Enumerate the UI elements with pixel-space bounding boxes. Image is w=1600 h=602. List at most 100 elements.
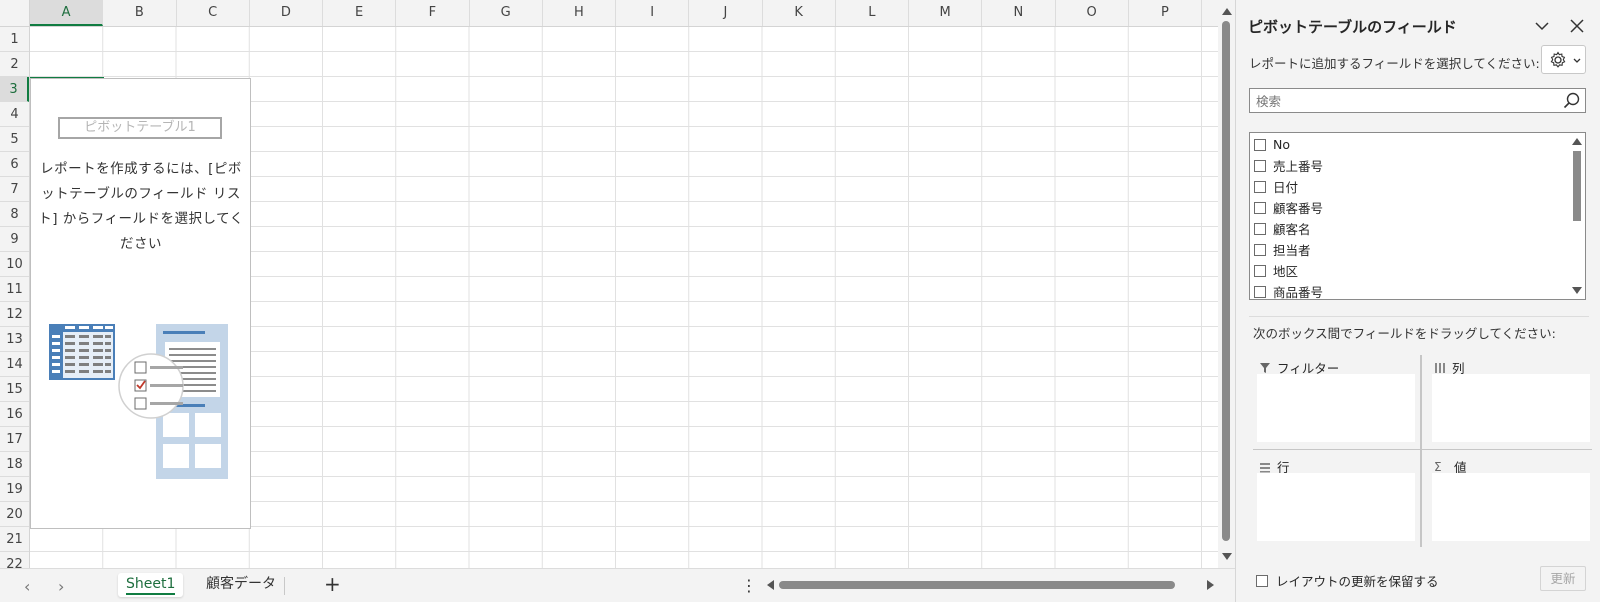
column-header-j[interactable]: J [689,0,763,26]
row-header-8[interactable]: 8 [0,202,29,227]
checkbox[interactable] [1254,285,1266,298]
vertical-scroll-thumb[interactable] [1222,21,1230,541]
row-header-20[interactable]: 20 [0,502,29,527]
row-header-3[interactable]: 3 [0,77,29,102]
scroll-up-icon[interactable] [1222,8,1232,15]
row-header-1[interactable]: 1 [0,27,29,52]
area-divider-vertical [1420,355,1422,547]
row-header-14[interactable]: 14 [0,352,29,377]
column-header-n[interactable]: N [982,0,1056,26]
row-header-21[interactable]: 21 [0,527,29,552]
row-header-15[interactable]: 15 [0,377,29,402]
filter-icon [1260,362,1270,373]
row-header-12[interactable]: 12 [0,302,29,327]
add-sheet-button[interactable]: + [324,572,341,596]
area-values[interactable]: Σ 値 [1428,454,1590,545]
field-list[interactable]: No 売上番号 日付 顧客番号 顧客名 担当者 地区 商品番号 [1249,132,1586,300]
column-header-h[interactable]: H [543,0,616,26]
row-header-18[interactable]: 18 [0,452,29,477]
column-header-p[interactable]: P [1129,0,1202,26]
row-header-13[interactable]: 13 [0,327,29,352]
checkbox[interactable] [1254,180,1266,193]
scroll-left-icon[interactable] [767,580,774,590]
column-header-e[interactable]: E [323,0,397,26]
sheet-tab-sheet1[interactable]: Sheet1 [118,573,184,597]
field-search-box[interactable] [1249,88,1586,113]
field-list-scroll-thumb[interactable] [1573,151,1581,221]
vertical-scrollbar[interactable] [1218,0,1235,568]
field-item-person-in-charge[interactable]: 担当者 [1254,239,1311,260]
scroll-right-icon[interactable] [1207,580,1214,590]
checkbox[interactable] [1254,138,1266,151]
row-header-19[interactable]: 19 [0,477,29,502]
checkbox[interactable] [1254,201,1266,214]
checkbox[interactable] [1254,243,1266,256]
column-header-d[interactable]: D [250,0,323,26]
column-header: ABCDEFGHIJKLMNOP [30,0,1218,27]
row-header-7[interactable]: 7 [0,177,29,202]
search-icon[interactable] [1563,92,1581,110]
field-item-product-number[interactable]: 商品番号 [1254,281,1323,299]
chevron-right-icon[interactable]: › [58,577,64,596]
column-header-l[interactable]: L [836,0,909,26]
field-select-prompt: レポートに追加するフィールドを選択してください: [1249,56,1540,71]
column-header-o[interactable]: O [1056,0,1129,26]
row-header-16[interactable]: 16 [0,402,29,427]
area-filter-drop[interactable] [1257,374,1415,442]
select-all-corner[interactable] [0,0,30,27]
search-input[interactable] [1254,91,1558,112]
scroll-down-icon[interactable] [1222,553,1232,560]
pivot-table-placeholder[interactable]: ピボットテーブル1 レポートを作成するには、[ピボットテーブルのフィールド リス… [30,78,251,529]
row-header-10[interactable]: 10 [0,252,29,277]
area-columns[interactable]: 列 [1428,355,1590,446]
area-rows-drop[interactable] [1257,473,1415,541]
row-header-2[interactable]: 2 [0,52,29,77]
scroll-down-icon[interactable] [1572,287,1582,294]
sigma-icon: Σ [1434,459,1442,474]
area-columns-drop[interactable] [1432,374,1590,442]
defer-update-checkbox[interactable] [1256,574,1268,587]
tab-separator [284,577,285,595]
row-header-9[interactable]: 9 [0,227,29,252]
column-header-g[interactable]: G [470,0,543,26]
field-list-scrollbar[interactable] [1569,133,1585,299]
row-header-17[interactable]: 17 [0,427,29,452]
checkbox[interactable] [1254,264,1266,277]
row-header-5[interactable]: 5 [0,127,29,152]
close-icon[interactable] [1570,19,1584,33]
chevron-left-icon[interactable]: ‹ [24,577,30,596]
area-rows[interactable]: 行 [1253,454,1415,545]
pivot-illustration [49,324,228,479]
column-header-i[interactable]: I [616,0,690,26]
row-header-11[interactable]: 11 [0,277,29,302]
horizontal-scroll-thumb[interactable] [779,581,1175,589]
field-item-customer-name[interactable]: 顧客名 [1254,218,1311,239]
field-item-date[interactable]: 日付 [1254,176,1298,197]
column-header-m[interactable]: M [909,0,983,26]
field-item-no[interactable]: No [1254,134,1290,155]
horizontal-scrollbar[interactable] [763,577,1218,593]
row-header-22[interactable]: 22 [0,552,29,568]
column-header-k[interactable]: K [763,0,836,26]
field-item-region[interactable]: 地区 [1254,260,1298,281]
defer-layout-update[interactable]: レイアウトの更新を保留する [1256,571,1439,590]
column-header-a[interactable]: A [30,0,104,26]
checkbox[interactable] [1254,222,1266,235]
field-settings-button[interactable] [1541,45,1586,74]
update-button[interactable]: 更新 [1540,566,1586,591]
area-filter[interactable]: フィルター [1253,355,1415,446]
field-item-customer-number[interactable]: 顧客番号 [1254,197,1323,218]
tab-options-icon[interactable]: ⋮ [741,576,757,595]
chevron-down-icon[interactable] [1534,18,1550,34]
scroll-up-icon[interactable] [1572,138,1582,145]
area-values-drop[interactable] [1432,473,1590,541]
column-header-b[interactable]: B [103,0,177,26]
column-header-c[interactable]: C [177,0,250,26]
field-item-sales-number[interactable]: 売上番号 [1254,155,1323,176]
column-header-f[interactable]: F [396,0,470,26]
sheet-tab-customer-data[interactable]: 顧客データ [198,573,284,597]
row-header-6[interactable]: 6 [0,152,29,177]
checkbox[interactable] [1254,159,1266,172]
row-header-4[interactable]: 4 [0,102,29,127]
drag-prompt: 次のボックス間でフィールドをドラッグしてください: [1253,326,1556,341]
